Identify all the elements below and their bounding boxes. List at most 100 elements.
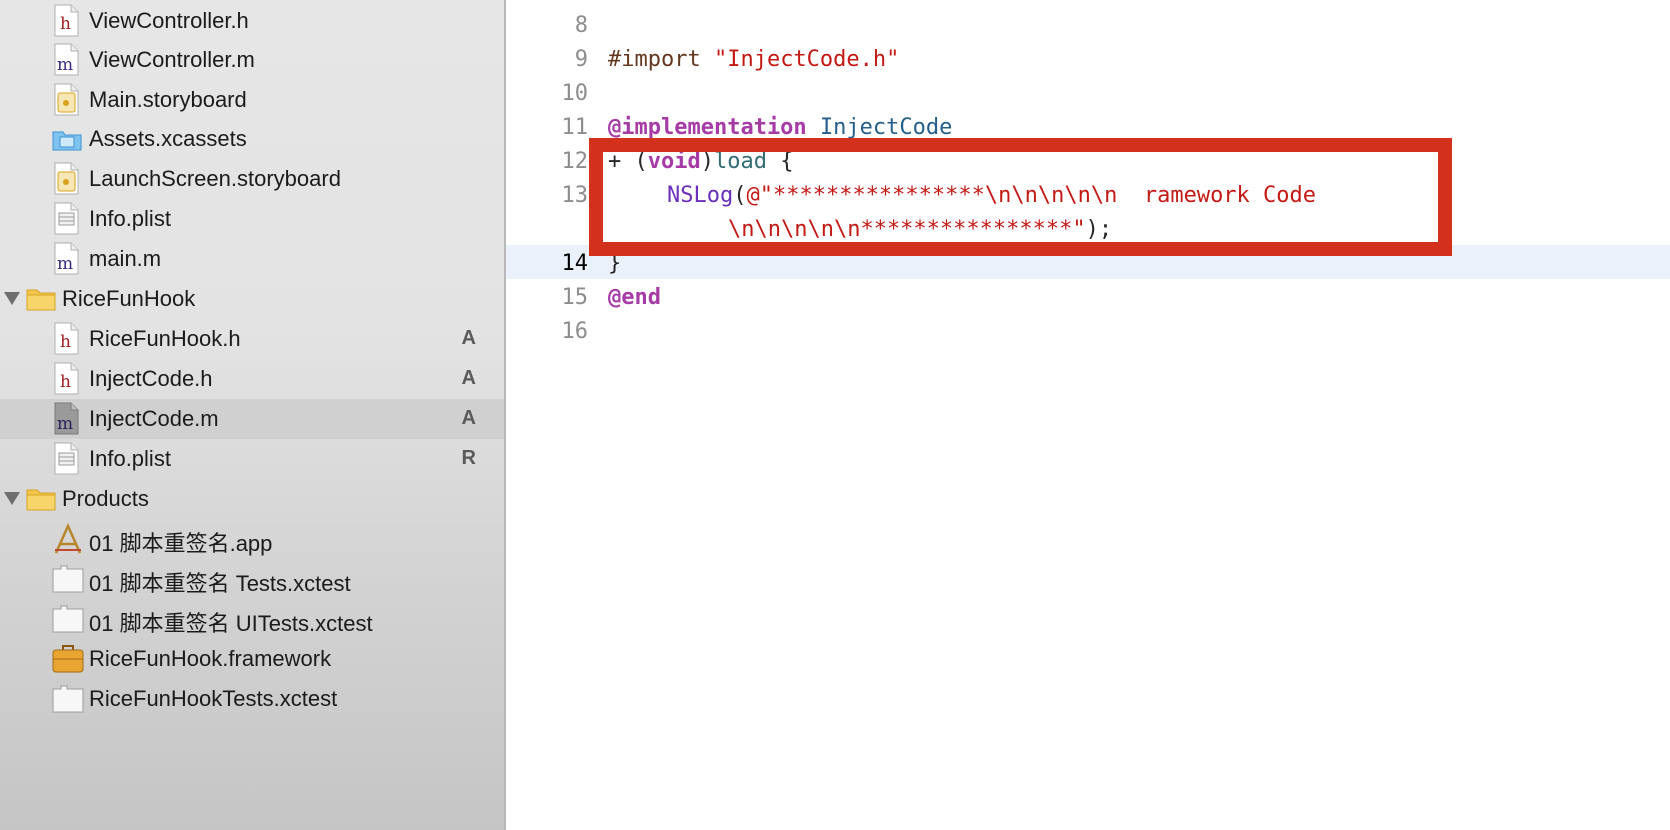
project-navigator: h ViewController.h m ViewController.m Ma…: [0, 0, 506, 830]
xctest-bundle-icon: [52, 565, 84, 593]
code-text: }: [608, 251, 622, 276]
navigator-item-label: Main.storyboard: [89, 87, 247, 112]
import-string: "InjectCode.h": [713, 47, 900, 72]
navigator-item-main-storyboard[interactable]: Main.storyboard: [0, 80, 504, 120]
navigator-item-label: 01 脚本重签名.app: [89, 531, 273, 556]
code-text: #import "InjectCode.h": [608, 47, 899, 72]
code-line[interactable]: 10: [506, 75, 1670, 109]
implementation-file-icon: m: [54, 402, 79, 435]
navigator-item-label: InjectCode.m: [89, 406, 219, 431]
code-token: {: [766, 149, 794, 174]
header-file-icon: h: [54, 322, 79, 355]
navigator-item-label: Info.plist: [89, 206, 171, 231]
navigator-item-uitests-xctest[interactable]: 01 脚本重签名 UITests.xctest: [0, 599, 504, 639]
code-line[interactable]: 8: [506, 7, 1670, 41]
navigator-item-label: 01 脚本重签名 Tests.xctest: [89, 571, 351, 596]
navigator-item-injectcode-m[interactable]: m InjectCode.m A: [0, 399, 504, 439]
code-text: + (void)load {: [608, 149, 793, 174]
scm-status-badge: A: [461, 407, 476, 429]
line-number: 14: [561, 251, 589, 276]
code-line-current[interactable]: 14 }: [506, 245, 1670, 279]
implementation-file-icon: m: [54, 43, 79, 76]
svg-text:h: h: [60, 372, 71, 392]
keyword-void: void: [647, 149, 701, 174]
header-file-icon: h: [54, 362, 79, 395]
navigator-item-viewcontroller-m[interactable]: m ViewController.m: [0, 40, 504, 80]
line-number: 16: [561, 319, 589, 344]
navigator-item-launchscreen-storyboard[interactable]: LaunchScreen.storyboard: [0, 159, 504, 199]
svg-text:m: m: [57, 254, 73, 274]
folder-icon: [26, 287, 56, 311]
navigator-item-label: InjectCode.h: [89, 366, 213, 391]
framework-icon: [52, 645, 84, 673]
app-icon: [52, 523, 84, 555]
navigator-item-assets[interactable]: Assets.xcassets: [0, 119, 504, 159]
navigator-item-info-plist[interactable]: Info.plist: [0, 199, 504, 239]
navigator-item-label: RiceFunHookTests.xctest: [89, 686, 338, 711]
code-text: @implementation InjectCode: [608, 115, 952, 140]
navigator-item-label: Assets.xcassets: [89, 126, 247, 151]
navigator-item-label: RiceFunHook.framework: [89, 646, 332, 671]
navigator-item-main-m[interactable]: m main.m: [0, 239, 504, 279]
code-line[interactable]: 12 + (void)load {: [506, 143, 1670, 177]
svg-text:h: h: [60, 332, 71, 352]
navigator-item-app-product[interactable]: 01 脚本重签名.app: [0, 519, 504, 559]
code-line[interactable]: 9 #import "InjectCode.h": [506, 41, 1670, 75]
navigator-item-viewcontroller-h[interactable]: h ViewController.h: [0, 1, 504, 41]
code-line[interactable]: 13 NSLog(@"****************\n\n\n\n\n ra…: [506, 177, 1670, 211]
navigator-item-info-plist-2[interactable]: Info.plist R: [0, 439, 504, 479]
navigator-item-label: ViewController.m: [89, 47, 255, 72]
navigator-group-products[interactable]: Products: [0, 479, 504, 519]
line-number: 10: [561, 81, 589, 106]
plist-file-icon: [54, 202, 79, 235]
code-token: + (: [608, 149, 648, 174]
scm-status-badge: A: [461, 327, 476, 349]
navigator-group-ricefunhook[interactable]: RiceFunHook: [0, 279, 504, 319]
code-token: );: [1085, 217, 1113, 242]
xctest-bundle-icon: [52, 685, 84, 713]
keyword-implementation: @implementation: [608, 115, 807, 140]
svg-text:m: m: [57, 414, 73, 434]
header-file-icon: h: [54, 4, 79, 37]
code-line[interactable]: 15 @end: [506, 279, 1670, 313]
assets-catalog-icon: [52, 129, 82, 151]
storyboard-file-icon: [54, 162, 79, 195]
disclosure-triangle-icon[interactable]: [4, 292, 20, 305]
navigator-item-framework-tests-xctest[interactable]: RiceFunHookTests.xctest: [0, 679, 504, 719]
plist-file-icon: [54, 442, 79, 475]
code-line[interactable]: 16: [506, 313, 1670, 347]
line-number: 15: [561, 285, 589, 310]
code-token: ): [700, 149, 714, 174]
disclosure-triangle-icon[interactable]: [4, 492, 20, 505]
navigator-item-label: 01 脚本重签名 UITests.xctest: [89, 611, 373, 636]
navigator-item-label: Info.plist: [89, 446, 171, 471]
line-number: 9: [574, 47, 588, 72]
implementation-file-icon: m: [54, 242, 79, 275]
navigator-item-label: ViewController.h: [89, 8, 249, 33]
navigator-item-injectcode-h[interactable]: h InjectCode.h A: [0, 359, 504, 399]
code-text: NSLog(@"****************\n\n\n\n\n ramew…: [667, 183, 1316, 208]
navigator-item-label: main.m: [89, 246, 162, 271]
xctest-bundle-icon: [52, 605, 84, 633]
class-name: InjectCode: [819, 115, 953, 140]
import-directive: #import: [608, 47, 701, 72]
code-token: (: [733, 183, 747, 208]
source-editor[interactable]: 8 9 #import "InjectCode.h" 10 11 @implem…: [506, 0, 1670, 830]
scm-status-badge: R: [461, 447, 476, 469]
code-text: \n\n\n\n\n****************");: [728, 217, 1112, 242]
string-literal: \n\n\n\n\n****************": [728, 217, 1086, 242]
string-literal: @"****************\n\n\n\n\n ramework Co…: [746, 183, 1317, 208]
navigator-item-framework[interactable]: RiceFunHook.framework: [0, 639, 504, 679]
code-text: @end: [608, 285, 661, 310]
line-number: 13: [561, 183, 589, 208]
line-number: 12: [561, 149, 589, 174]
navigator-item-tests-xctest[interactable]: 01 脚本重签名 Tests.xctest: [0, 559, 504, 599]
navigator-item-label: RiceFunHook: [62, 286, 196, 311]
navigator-item-label: Products: [62, 486, 149, 511]
code-line[interactable]: 11 @implementation InjectCode: [506, 109, 1670, 143]
svg-text:h: h: [60, 14, 71, 34]
folder-icon: [26, 487, 56, 511]
navigator-item-ricefunhook-h[interactable]: h RiceFunHook.h A: [0, 319, 504, 359]
code-line-wrapped[interactable]: \n\n\n\n\n****************");: [506, 211, 1670, 245]
line-number: 11: [561, 115, 589, 140]
